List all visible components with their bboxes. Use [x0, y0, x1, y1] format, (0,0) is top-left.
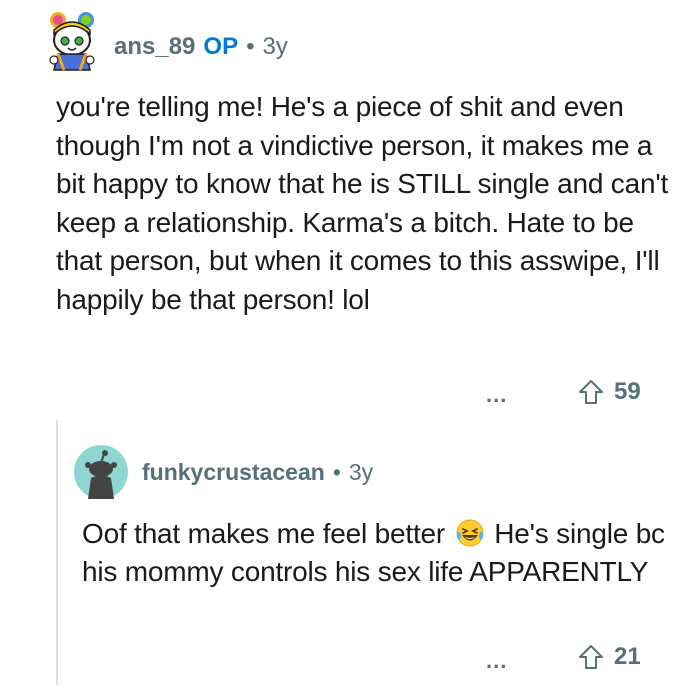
laughing-tears-emoji-icon: [455, 518, 485, 548]
reply-meta: funkycrustacean • 3y: [142, 456, 373, 488]
meta-separator: •: [246, 33, 255, 60]
upvote-count: 59: [614, 378, 641, 405]
reply-age: 3y: [348, 458, 374, 485]
upvote-arrow-icon[interactable]: [578, 379, 604, 405]
comment-username[interactable]: ans_89: [114, 33, 195, 61]
comment-age: 3y: [262, 33, 288, 60]
thread-line[interactable]: [56, 420, 58, 685]
reply-upvote-count: 21: [614, 643, 641, 670]
reply-body: Oof that makes me feel better He's singl…: [82, 515, 682, 591]
reply-more-options-button[interactable]: ...: [486, 648, 516, 673]
default-snoo-avatar-icon: [74, 445, 128, 499]
reply-avatar[interactable]: [74, 445, 128, 499]
comment-meta: ans_89 OP • 3y: [114, 30, 288, 64]
more-options-button[interactable]: ...: [486, 382, 516, 407]
comment-body: you're telling me! He's a piece of shit …: [56, 91, 669, 315]
snoo-avatar-icon: [49, 12, 95, 71]
meta-separator: •: [332, 458, 341, 485]
op-badge: OP: [203, 33, 239, 60]
upvote-control[interactable]: 59: [578, 378, 641, 406]
user-avatar[interactable]: [44, 10, 100, 76]
reply-username[interactable]: funkycrustacean: [142, 459, 325, 486]
reply-upvote-control[interactable]: 21: [578, 643, 641, 671]
upvote-arrow-icon[interactable]: [578, 644, 604, 670]
reply-text-start: Oof that makes me feel better: [82, 518, 446, 549]
